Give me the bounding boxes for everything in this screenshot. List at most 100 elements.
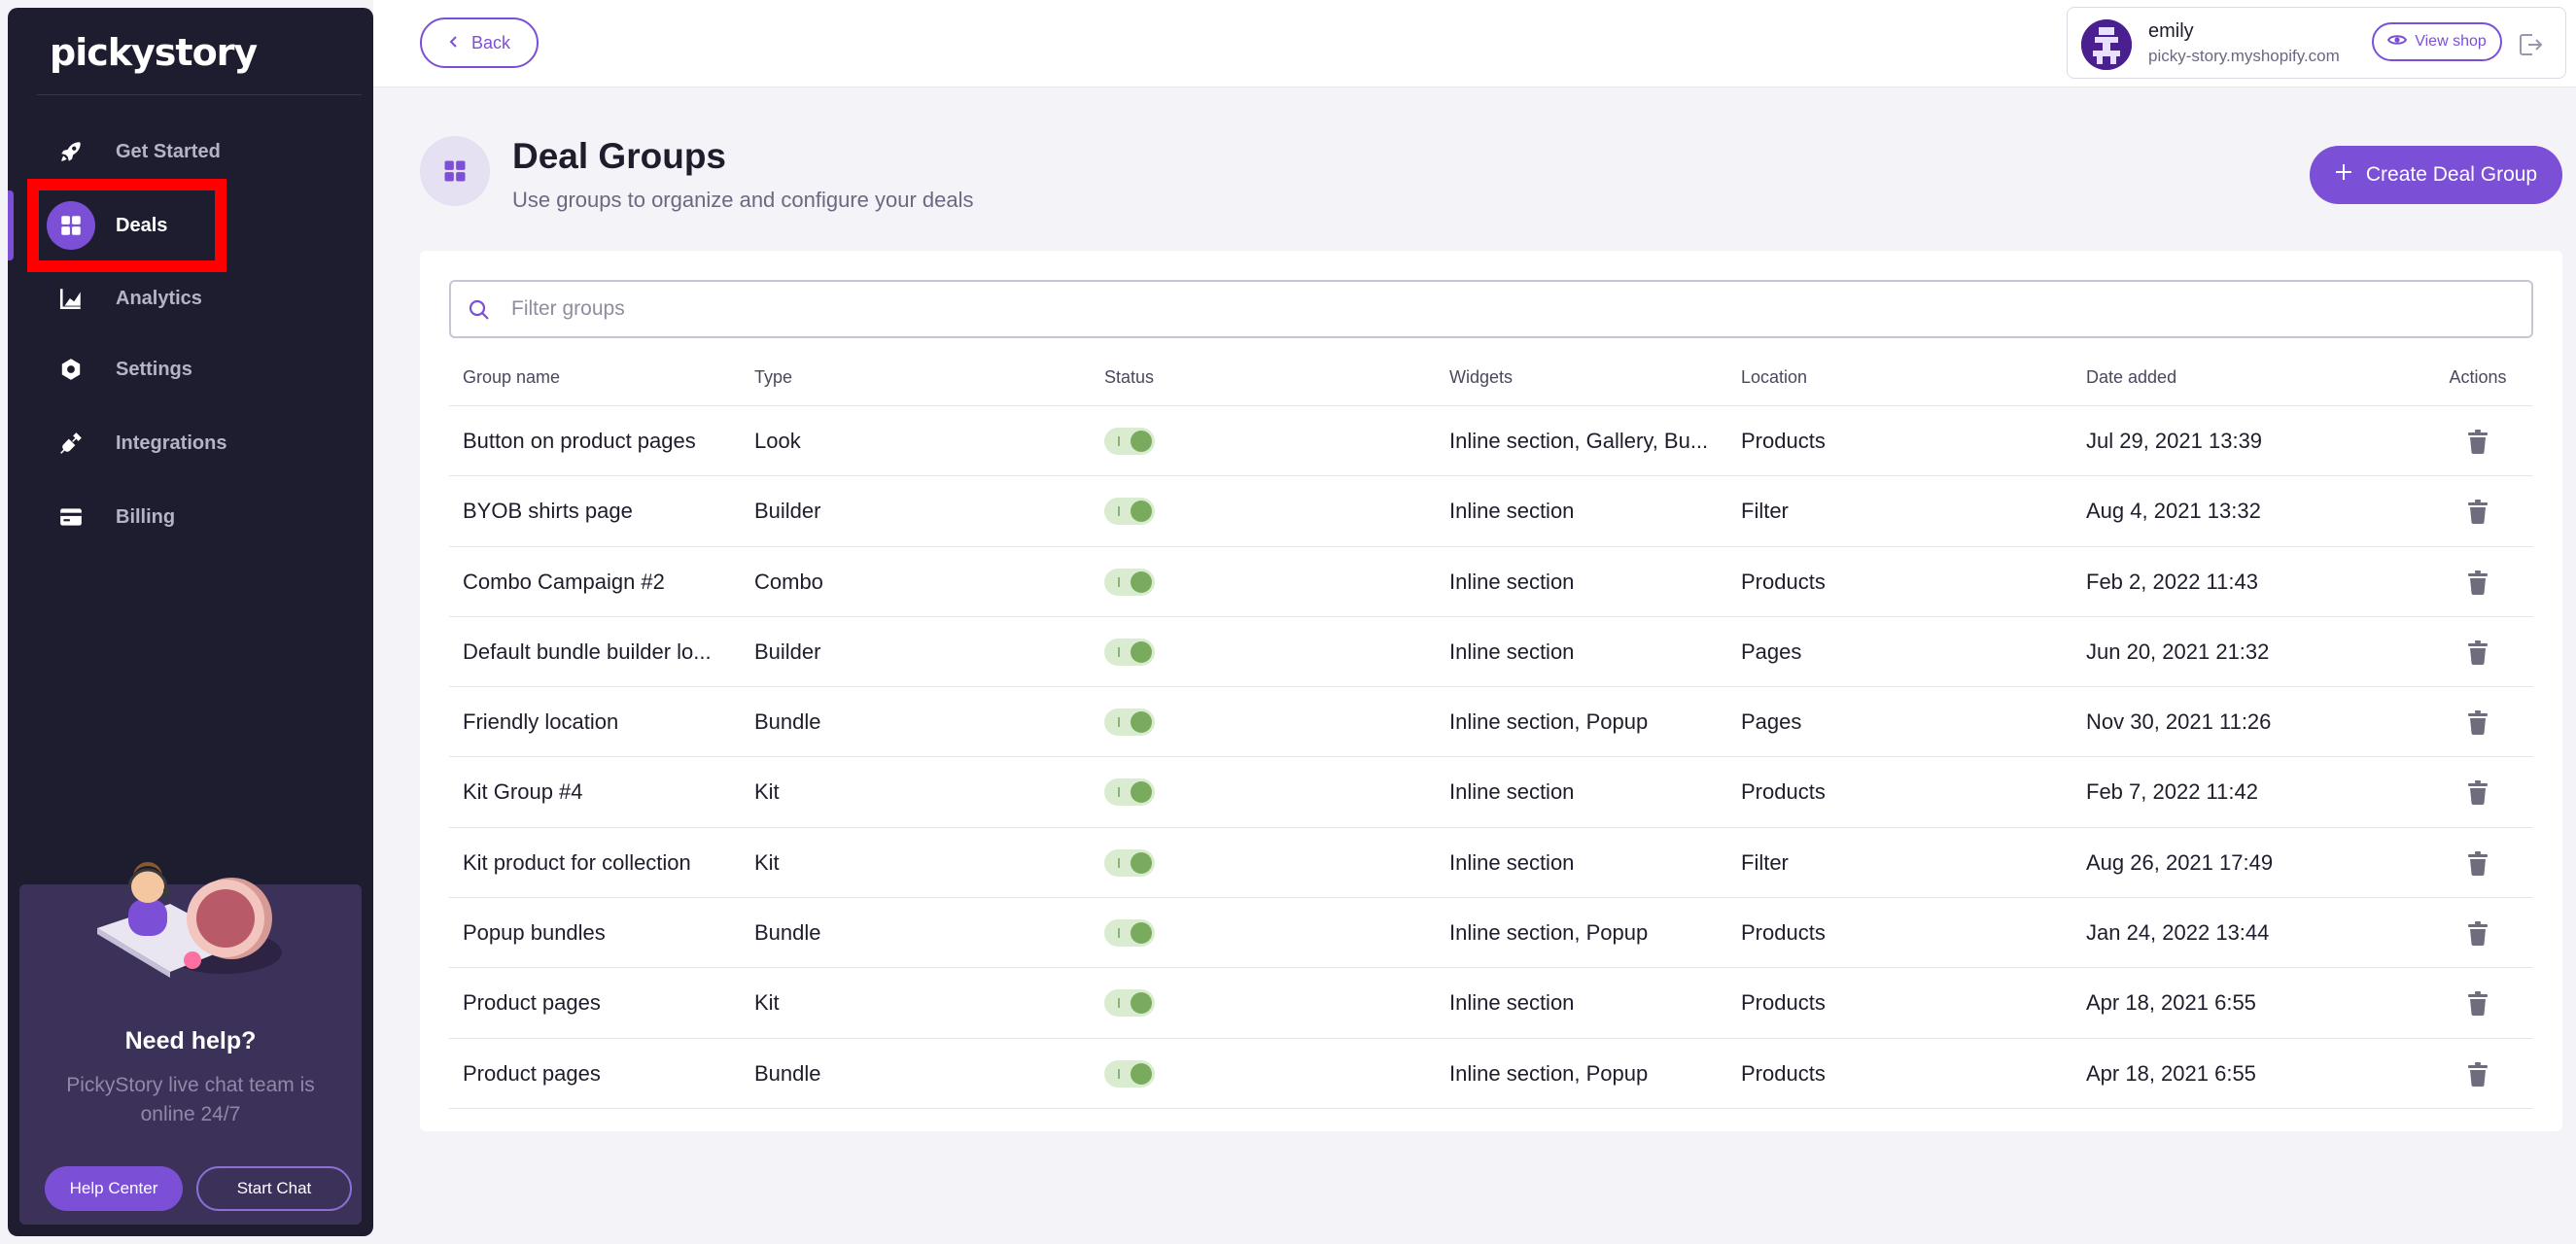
status-toggle[interactable] xyxy=(1104,638,1155,666)
support-agent-illustration xyxy=(78,846,301,991)
table-row[interactable]: Friendly location Bundle Inline section, P… xyxy=(449,687,2533,758)
table-row[interactable]: BYOB shirts page Builder Inline section Fil… xyxy=(449,476,2533,547)
back-label: Back xyxy=(470,32,511,52)
cell-group-name[interactable]: Default bundle builder lo... xyxy=(463,617,712,687)
column-header-status[interactable]: Status xyxy=(1104,348,1154,406)
status-toggle[interactable] xyxy=(1104,428,1155,455)
sidebar-item-get-started[interactable]: Get Started xyxy=(8,117,373,187)
cell-widgets: Inline section xyxy=(1449,639,1575,664)
status-toggle[interactable] xyxy=(1104,989,1155,1018)
table-row[interactable]: Product pages Bundle Inline section, Popup… xyxy=(449,1039,2533,1109)
cell-location: Filter xyxy=(1741,499,1789,524)
help-title: Need help? xyxy=(124,1027,257,1054)
column-header-location[interactable]: Location xyxy=(1741,348,1807,406)
table-row[interactable]: Kit product for collection Kit Inline sect… xyxy=(449,828,2533,899)
cell-widgets: Inline section xyxy=(1449,779,1575,805)
column-header-widgets[interactable]: Widgets xyxy=(1449,348,1513,406)
table-row[interactable]: Button on product pages Look Inline sectio… xyxy=(449,406,2533,477)
help-text: PickyStory live chat team is online 24/7 xyxy=(66,1074,315,1125)
trash-icon[interactable] xyxy=(2467,709,2489,736)
view-shop-label: View shop xyxy=(2415,33,2487,50)
table-row[interactable]: Product pages Kit Inline section Products Ap… xyxy=(449,968,2533,1039)
create-deal-group-button[interactable]: Create Deal Group xyxy=(2310,146,2562,204)
sidebar-item-deals[interactable]: Deals xyxy=(8,190,373,260)
cell-group-name[interactable]: Popup bundles xyxy=(463,898,606,968)
account-name: emily xyxy=(2148,20,2194,42)
filter-box xyxy=(449,280,2533,338)
trash-icon[interactable] xyxy=(2467,920,2489,947)
status-toggle[interactable] xyxy=(1104,498,1155,526)
trash-icon[interactable] xyxy=(2467,429,2489,454)
trash-icon[interactable] xyxy=(2467,850,2489,876)
cell-date-added: Jul 29, 2021 13:39 xyxy=(2086,429,2263,453)
trash-icon[interactable] xyxy=(2467,499,2489,525)
cell-group-name[interactable]: Button on product pages xyxy=(463,406,696,476)
trash-icon[interactable] xyxy=(2467,570,2489,595)
cell-widgets: Inline section, Popup xyxy=(1449,709,1649,735)
status-toggle[interactable] xyxy=(1104,919,1155,948)
avatar[interactable] xyxy=(2081,19,2132,70)
table-header: Group name Type Status Widgets Location … xyxy=(449,348,2533,406)
trash-icon[interactable] xyxy=(2467,1061,2489,1087)
cell-group-name[interactable]: BYOB shirts page xyxy=(463,476,633,546)
help-center-button[interactable]: Help Center xyxy=(45,1166,183,1211)
table-row[interactable]: Default bundle builder lo... Builder Inlin… xyxy=(449,617,2533,688)
cell-group-name[interactable]: Kit Group #4 xyxy=(463,757,583,827)
column-header-date-added[interactable]: Date added xyxy=(2086,348,2176,406)
cell-group-name[interactable]: Product pages xyxy=(463,1039,601,1109)
cell-group-name[interactable]: Friendly location xyxy=(463,687,618,757)
trash-icon[interactable] xyxy=(2467,639,2489,665)
cell-widgets: Inline section xyxy=(1449,499,1575,524)
topbar: Back emily picky-story.myshopify.com Vie… xyxy=(373,0,2576,87)
sidebar-item-integrations[interactable]: Integrations xyxy=(8,408,373,478)
back-button[interactable]: Back xyxy=(420,17,539,68)
status-toggle[interactable] xyxy=(1104,778,1155,807)
sidebar-item-billing[interactable]: Billing xyxy=(8,482,373,552)
trash-icon[interactable] xyxy=(2467,779,2489,806)
cell-group-name[interactable]: Kit product for collection xyxy=(463,828,691,898)
column-header-actions: Actions xyxy=(2449,366,2507,387)
cell-group-name[interactable]: Product pages xyxy=(463,968,601,1038)
create-label: Create Deal Group xyxy=(2365,163,2538,186)
cell-type: Bundle xyxy=(754,1060,821,1086)
sidebar-item-label: Settings xyxy=(116,358,192,380)
table-row[interactable]: Combo Campaign #2 Combo Inline section Prod… xyxy=(449,547,2533,617)
cell-type: Kit xyxy=(754,849,780,875)
deal-groups-card: Group name Type Status Widgets Location … xyxy=(420,251,2562,1131)
table-row[interactable]: Kit Group #4 Kit Inline section Products Feb… xyxy=(449,757,2533,828)
cell-status xyxy=(1104,617,1155,687)
table-row[interactable]: Popup bundles Bundle Inline section, Popup… xyxy=(449,898,2533,969)
cell-status xyxy=(1104,898,1155,968)
sidebar-item-label: Deals xyxy=(116,214,168,236)
column-header-type[interactable]: Type xyxy=(754,348,792,406)
sidebar-item-analytics[interactable]: Analytics xyxy=(8,263,373,333)
logo-text: pickystory xyxy=(50,31,258,74)
status-toggle[interactable] xyxy=(1104,708,1155,737)
status-toggle[interactable] xyxy=(1104,848,1155,877)
trash-icon[interactable] xyxy=(2467,990,2489,1017)
sidebar-item-settings[interactable]: Settings xyxy=(8,334,373,404)
status-toggle[interactable] xyxy=(1104,1059,1155,1088)
sidebar-item-label: Billing xyxy=(116,505,176,528)
pickystory-logo[interactable]: pickystory xyxy=(50,31,258,74)
sidebar-item-label: Get Started xyxy=(116,140,221,162)
cell-widgets: Inline section, Gallery, Bu... xyxy=(1449,429,1709,453)
cell-date-added: Aug 4, 2021 13:32 xyxy=(2086,499,2261,524)
cell-type: Kit xyxy=(754,990,780,1016)
cell-group-name[interactable]: Combo Campaign #2 xyxy=(463,547,665,617)
cell-status xyxy=(1104,476,1155,546)
cell-actions xyxy=(2444,828,2512,898)
eye-icon xyxy=(2387,33,2408,52)
cell-status xyxy=(1104,687,1155,757)
cell-date-added: Jan 24, 2022 13:44 xyxy=(2086,920,2270,946)
cell-date-added: Feb 2, 2022 11:43 xyxy=(2086,569,2258,594)
filter-groups-input[interactable] xyxy=(511,292,2514,327)
cell-date-added: Feb 7, 2022 11:42 xyxy=(2086,779,2258,805)
start-chat-button[interactable]: Start Chat xyxy=(196,1166,352,1211)
view-shop-button[interactable]: View shop xyxy=(2372,22,2502,61)
cell-date-added: Nov 30, 2021 11:26 xyxy=(2086,709,2272,735)
logout-icon[interactable] xyxy=(2517,31,2544,58)
status-toggle[interactable] xyxy=(1104,568,1155,596)
cell-date-added: Apr 18, 2021 6:55 xyxy=(2086,990,2256,1016)
column-header-group-name[interactable]: Group name xyxy=(463,348,560,406)
